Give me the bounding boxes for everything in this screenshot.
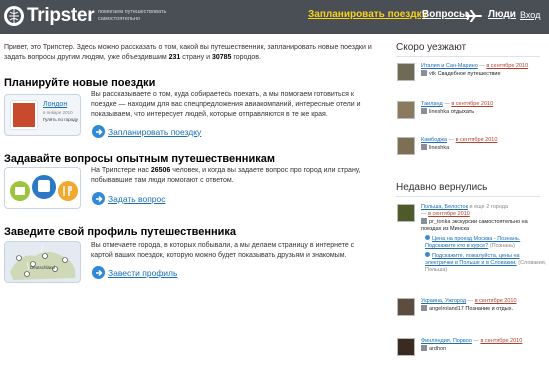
list-item: Италия и Сан-Марино — в сентябре 2010 vt… bbox=[397, 63, 547, 85]
nav-questions-link[interactable]: Вопросы bbox=[422, 9, 468, 20]
question-item: Цена на проезд Москва - Познань. Подскаж… bbox=[425, 235, 521, 249]
travel-icons bbox=[10, 175, 78, 201]
date-link[interactable]: в сентябре 2010 bbox=[475, 298, 517, 304]
leaving-soon-heading: Скоро уезжают bbox=[396, 42, 467, 53]
destination-link[interactable]: Таиланд bbox=[421, 101, 443, 107]
list-item: Польша, Белосток и еще 2 города — в сент… bbox=[397, 204, 547, 284]
ask-question-button[interactable]: Задать вопрос bbox=[92, 192, 166, 205]
destination-photo[interactable] bbox=[397, 63, 415, 81]
airplane-icon bbox=[466, 9, 482, 24]
recently-returned-heading: Недавно вернулись bbox=[396, 182, 488, 193]
list-item: Финляндия, Порвоо — в сентябре 2010 ardh… bbox=[397, 338, 547, 360]
create-profile-button[interactable]: Завести профиль bbox=[92, 266, 177, 279]
globe-logo-icon bbox=[4, 6, 24, 26]
arrow-right-icon bbox=[92, 266, 105, 279]
destination-link[interactable]: Камбоджа bbox=[421, 137, 447, 143]
ask-questions-description: На Трипстере нас 26506 человек, и когда … bbox=[91, 167, 361, 184]
plan-trip-illustration: Лондон в январе 2010 Гулять по городу bbox=[4, 94, 81, 136]
user-avatar bbox=[421, 305, 427, 311]
destination-photo[interactable] bbox=[397, 204, 415, 222]
destination-photo[interactable] bbox=[397, 101, 415, 119]
destination-link[interactable]: Финляндия, Порвоо bbox=[421, 338, 472, 344]
header-bar: Tripster помогаем путешествовать самосто… bbox=[0, 0, 549, 34]
divider bbox=[396, 56, 540, 57]
ask-questions-illustration bbox=[4, 167, 81, 209]
list-item: Камбоджа — в сентябре 2010 lineshka bbox=[397, 137, 547, 159]
date-link[interactable]: в сентябре 2010 bbox=[451, 101, 493, 107]
question-link[interactable]: Подскажите, пожалуйста, цены на электрич… bbox=[425, 253, 520, 266]
user-avatar bbox=[421, 108, 427, 114]
nav-plan-trip-link[interactable]: Запланировать поездку bbox=[308, 9, 427, 20]
plan-trips-heading: Планируйте новые поездки bbox=[4, 77, 156, 89]
question-bullet-icon bbox=[425, 252, 430, 257]
nav-login-link[interactable]: Вход bbox=[520, 10, 540, 20]
arrow-right-icon bbox=[92, 192, 105, 205]
destination-link[interactable]: Польша, Белосток bbox=[421, 204, 468, 210]
date-link[interactable]: в сентябре 2010 bbox=[428, 211, 470, 217]
nav-people-link[interactable]: Люди bbox=[488, 9, 516, 20]
london-photo bbox=[11, 101, 37, 129]
user-link[interactable]: angelroland17 bbox=[429, 306, 464, 312]
tagline: помогаем путешествовать самостоятельно bbox=[98, 9, 167, 22]
user-avatar bbox=[421, 70, 427, 76]
members-count: 26506 bbox=[150, 167, 171, 174]
arrow-right-icon bbox=[92, 125, 105, 138]
list-item: Украина, Ужгород — в сентябре 2010 angel… bbox=[397, 298, 547, 320]
svg-text:Deutschland: Deutschland bbox=[30, 265, 56, 270]
cities-count: 30785 bbox=[211, 54, 232, 61]
ask-questions-heading: Задавайте вопросы опытным путешественник… bbox=[4, 153, 275, 165]
user-avatar bbox=[421, 144, 427, 150]
question-bullet-icon bbox=[425, 235, 430, 240]
destination-photo[interactable] bbox=[397, 137, 415, 155]
create-profile-description: Вы отмечаете города, в которых побывали,… bbox=[91, 242, 355, 259]
date-link[interactable]: в сентябре 2010 bbox=[480, 338, 522, 344]
destination-photo[interactable] bbox=[397, 298, 415, 316]
date-link[interactable]: в сентябре 2010 bbox=[456, 137, 498, 143]
create-profile-heading: Заведите свой профиль путешественника bbox=[4, 226, 237, 238]
user-link[interactable]: lineshka bbox=[429, 109, 449, 115]
user-link[interactable]: vtk bbox=[429, 71, 436, 77]
question-item: Подскажите, пожалуйста, цены на электрич… bbox=[425, 252, 547, 273]
date-link[interactable]: в сентябре 2010 bbox=[486, 63, 528, 69]
plan-trips-description: Вы рассказываете о том, куда собираетесь… bbox=[91, 91, 361, 118]
logo-text: Tripster bbox=[27, 5, 95, 26]
divider bbox=[396, 196, 540, 197]
logo[interactable]: Tripster bbox=[4, 5, 95, 27]
countries-count: 231 bbox=[168, 54, 181, 61]
user-link[interactable]: pr_tonka bbox=[429, 219, 450, 225]
user-link[interactable]: ardhon bbox=[429, 346, 446, 352]
destination-photo[interactable] bbox=[397, 338, 415, 356]
user-avatar bbox=[421, 345, 427, 351]
user-link[interactable]: lineshka bbox=[429, 145, 449, 151]
map-icon: Deutschland bbox=[10, 245, 76, 280]
user-avatar bbox=[421, 218, 427, 224]
plan-trip-button[interactable]: Запланировать поездку bbox=[92, 125, 201, 138]
destination-link[interactable]: Украина, Ужгород bbox=[421, 298, 466, 304]
list-item: Таиланд — в сентябре 2010 lineshka отдых… bbox=[397, 101, 547, 123]
travel-map-illustration: Deutschland bbox=[4, 241, 81, 283]
destination-link[interactable]: Италия и Сан-Марино bbox=[421, 63, 478, 69]
intro-text: Привет, это Трипстер. Здесь можно расска… bbox=[4, 44, 372, 61]
